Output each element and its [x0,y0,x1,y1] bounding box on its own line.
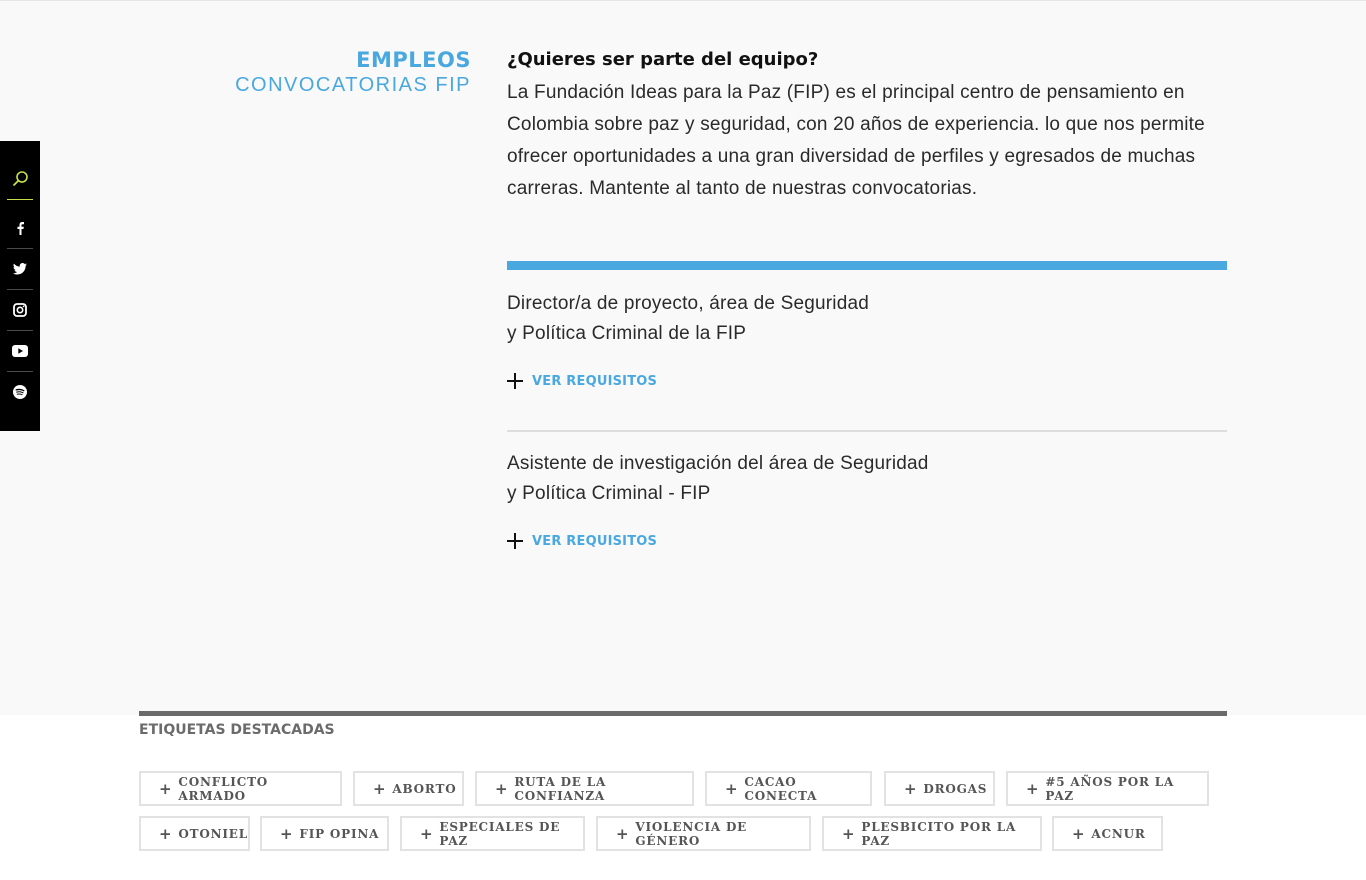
job-toggle-label: VER REQUISITOS [532,533,658,549]
plus-icon: + [616,824,630,843]
plus-icon: + [420,824,434,843]
plus-icon [507,533,523,549]
tag-fip-opina[interactable]: + FIP OPINA [260,816,389,851]
plus-icon: + [725,779,739,798]
facebook-icon [17,221,24,235]
plus-icon: + [904,779,918,798]
search-icon [12,170,28,186]
plus-icon: + [280,824,294,843]
section-title: EMPLEOS [356,48,471,72]
tag-cacao-conecta[interactable]: + CACAO CONECTA [705,771,872,806]
job-toggle-label: VER REQUISITOS [532,373,658,389]
jobs-divider-bar [507,261,1227,270]
tag-conflicto-armado[interactable]: + CONFLICTO ARMADO [139,771,342,806]
tag-especiales-de-paz[interactable]: + ESPECIALES DE PAZ [400,816,585,851]
youtube-link[interactable] [7,330,33,372]
section-heading: EMPLEOS CONVOCATORIAS FIP [150,47,471,98]
instagram-icon [13,302,27,317]
tag-label: FIP OPINA [299,826,380,841]
plus-icon: + [495,779,509,798]
social-sidebar [0,141,40,431]
tag-label: ACNUR [1091,826,1146,841]
plus-icon: + [159,779,173,798]
plus-icon: + [159,824,173,843]
tags-rule [139,711,1227,716]
search-button[interactable] [7,158,33,200]
section-subtitle: CONVOCATORIAS FIP [235,74,471,96]
tag-aborto[interactable]: + ABORTO [353,771,464,806]
tag-label: OTONIEL [178,826,248,841]
tag-label: PLESBICITO POR LA PAZ [861,819,1017,848]
tag-label: DROGAS [923,781,988,796]
tag-label: RUTA DE LA CONFIANZA [514,774,607,803]
plus-icon [507,373,523,389]
twitter-link[interactable] [7,248,33,290]
instagram-link[interactable] [7,289,33,331]
job-item: Director/a de proyecto, área de Segurida… [507,289,1227,389]
intro-text: La Fundación Ideas para la Paz (FIP) es … [507,82,1205,199]
job-title: Director/a de proyecto, área de Segurida… [507,293,870,344]
spotify-icon [13,384,27,399]
tags-title: ETIQUETAS DESTACADAS [139,722,335,738]
plus-icon: + [842,824,856,843]
tag-5-anos-por-la-paz[interactable]: + #5 AÑOS POR LA PAZ [1006,771,1209,806]
job-item: Asistente de investigación del área de S… [507,449,1227,549]
tag-label: ABORTO [392,781,457,796]
facebook-link[interactable] [7,207,33,249]
plus-icon: + [1072,824,1086,843]
job-requirements-toggle[interactable]: VER REQUISITOS [507,533,1227,549]
job-requirements-toggle[interactable]: VER REQUISITOS [507,373,1227,389]
tag-label: CONFLICTO ARMADO [178,774,269,803]
tag-plesbicito-por-la-paz[interactable]: + PLESBICITO POR LA PAZ [822,816,1042,851]
job-divider [507,430,1227,432]
tag-label: #5 AÑOS POR LA PAZ [1045,774,1175,803]
intro-question: ¿Quieres ser parte del equipo? [507,49,819,70]
tag-label: CACAO CONECTA [744,774,818,803]
plus-icon: + [373,779,387,798]
spotify-link[interactable] [7,371,33,412]
tag-drogas[interactable]: + DROGAS [884,771,995,806]
plus-icon: + [1026,779,1040,798]
tag-label: ESPECIALES DE PAZ [439,819,561,848]
tag-acnur[interactable]: + ACNUR [1052,816,1163,851]
tag-label: VIOLENCIA DE GÉNERO [635,819,748,848]
tag-otoniel[interactable]: + OTONIEL [139,816,250,851]
job-title: Asistente de investigación del área de S… [507,453,929,504]
tag-ruta-de-la-confianza[interactable]: + RUTA DE LA CONFIANZA [475,771,694,806]
tag-violencia-de-genero[interactable]: + VIOLENCIA DE GÉNERO [596,816,811,851]
twitter-icon [13,262,27,274]
youtube-icon [12,344,28,357]
